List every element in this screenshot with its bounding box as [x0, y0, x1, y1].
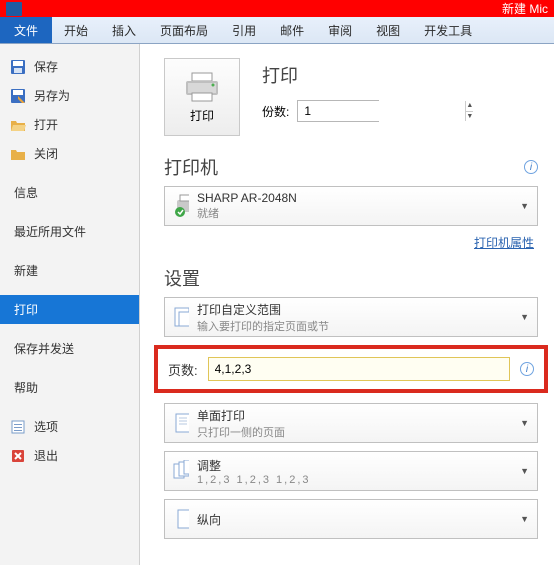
- duplex-title: 单面打印: [197, 407, 512, 424]
- orientation-dropdown[interactable]: 纵向 ▼: [164, 499, 538, 539]
- collate-dropdown[interactable]: 调整1,2,3 1,2,3 1,2,3 ▼: [164, 451, 538, 491]
- pages-label: 页数:: [168, 360, 198, 379]
- pages-highlight-box: 页数: i: [154, 345, 548, 393]
- print-button-label: 打印: [190, 107, 214, 124]
- sidebar-options[interactable]: 选项: [0, 412, 139, 441]
- chevron-down-icon: ▼: [520, 312, 529, 322]
- printer-dropdown[interactable]: SHARP AR-2048N就绪 ▼: [164, 186, 538, 226]
- sidebar-exit[interactable]: 退出: [0, 441, 139, 470]
- sidebar-label: 关闭: [34, 145, 58, 162]
- sidebar-save-as[interactable]: 另存为: [0, 81, 139, 110]
- sidebar-label: 选项: [34, 418, 58, 435]
- sidebar-print[interactable]: 打印: [0, 295, 139, 324]
- print-heading: 打印: [262, 62, 379, 88]
- collate-title: 调整: [197, 457, 512, 474]
- printer-properties-link[interactable]: 打印机属性: [474, 236, 534, 250]
- tab-references[interactable]: 引用: [220, 17, 268, 43]
- backstage-sidebar: 保存 另存为 打开 关闭 信息 最近所用文件 新建 打印 保存并发送 帮助 选项: [0, 44, 140, 565]
- options-icon: [10, 419, 26, 435]
- printer-large-icon: [184, 71, 220, 103]
- single-side-icon: [173, 415, 189, 431]
- sidebar-label: 打印: [14, 301, 38, 318]
- chevron-down-icon: ▼: [520, 514, 529, 524]
- range-sub: 输入要打印的指定页面或节: [197, 318, 512, 334]
- sidebar-open[interactable]: 打开: [0, 110, 139, 139]
- tab-insert[interactable]: 插入: [100, 17, 148, 43]
- tab-mail[interactable]: 邮件: [268, 17, 316, 43]
- copies-label: 份数:: [262, 103, 289, 120]
- ribbon-tabs: 文件 开始 插入 页面布局 引用 邮件 审阅 视图 开发工具: [0, 17, 554, 44]
- chevron-down-icon: ▼: [520, 466, 529, 476]
- chevron-down-icon: ▼: [520, 201, 529, 211]
- save-icon: [10, 59, 26, 75]
- tab-home[interactable]: 开始: [52, 17, 100, 43]
- sidebar-label: 退出: [34, 447, 58, 464]
- window-title: 新建 Mic: [502, 0, 548, 17]
- sidebar-save[interactable]: 保存: [0, 52, 139, 81]
- collate-sub: 1,2,3 1,2,3 1,2,3: [197, 474, 512, 486]
- duplex-sub: 只打印一侧的页面: [197, 424, 512, 440]
- sidebar-label: 最近所用文件: [14, 223, 86, 240]
- sidebar-new[interactable]: 新建: [0, 256, 139, 285]
- tab-layout[interactable]: 页面布局: [148, 17, 220, 43]
- tab-view[interactable]: 视图: [364, 17, 412, 43]
- page-range-icon: [173, 309, 189, 325]
- printer-name: SHARP AR-2048N: [197, 191, 512, 205]
- print-range-dropdown[interactable]: 打印自定义范围输入要打印的指定页面或节 ▼: [164, 297, 538, 337]
- copies-spinner[interactable]: ▲▼: [297, 100, 379, 122]
- app-icon: [6, 2, 22, 16]
- save-as-icon: [10, 88, 26, 104]
- printer-status: 就绪: [197, 205, 512, 221]
- sidebar-info[interactable]: 信息: [0, 178, 139, 207]
- tab-developer[interactable]: 开发工具: [412, 17, 484, 43]
- spin-down[interactable]: ▼: [465, 112, 473, 122]
- sidebar-save-send[interactable]: 保存并发送: [0, 334, 139, 363]
- sidebar-help[interactable]: 帮助: [0, 373, 139, 402]
- tab-file[interactable]: 文件: [0, 17, 52, 43]
- sidebar-label: 保存: [34, 58, 58, 75]
- close-icon: [10, 146, 26, 162]
- sidebar-close[interactable]: 关闭: [0, 139, 139, 168]
- spin-up[interactable]: ▲: [465, 101, 473, 112]
- info-icon[interactable]: i: [524, 160, 538, 174]
- range-title: 打印自定义范围: [197, 301, 512, 318]
- pages-input[interactable]: [208, 357, 510, 381]
- chevron-down-icon: ▼: [520, 418, 529, 428]
- printer-heading: 打印机: [164, 154, 218, 180]
- sidebar-label: 保存并发送: [14, 340, 74, 357]
- duplex-dropdown[interactable]: 单面打印只打印一侧的页面 ▼: [164, 403, 538, 443]
- settings-heading: 设置: [164, 265, 200, 291]
- info-icon[interactable]: i: [520, 362, 534, 376]
- print-button[interactable]: 打印: [164, 58, 240, 136]
- exit-icon: [10, 448, 26, 464]
- sidebar-label: 新建: [14, 262, 38, 279]
- portrait-icon: [173, 511, 189, 527]
- copies-input[interactable]: [298, 101, 465, 121]
- sidebar-label: 打开: [34, 116, 58, 133]
- sidebar-recent[interactable]: 最近所用文件: [0, 217, 139, 246]
- printer-icon: [173, 198, 189, 214]
- open-icon: [10, 117, 26, 133]
- tab-review[interactable]: 审阅: [316, 17, 364, 43]
- collate-icon: [173, 463, 189, 479]
- sidebar-label: 另存为: [34, 87, 70, 104]
- sidebar-label: 信息: [14, 184, 38, 201]
- sidebar-label: 帮助: [14, 379, 38, 396]
- orientation-title: 纵向: [197, 511, 512, 528]
